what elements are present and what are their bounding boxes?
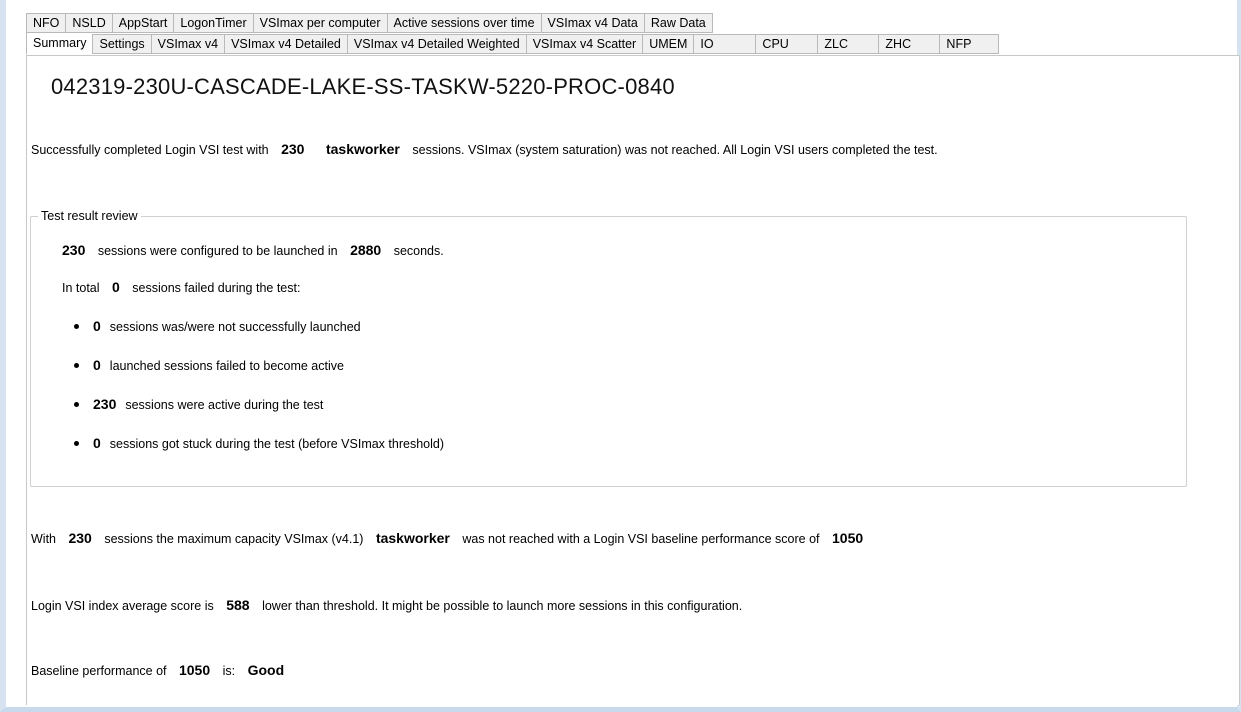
tab-vsimax-v4[interactable]: VSImax v4 bbox=[150, 34, 225, 54]
group-legend: Test result review bbox=[38, 209, 141, 223]
tab-io[interactable]: IO bbox=[693, 34, 756, 54]
tab-nfo[interactable]: NFO bbox=[26, 13, 66, 33]
configured-sessions: 230 bbox=[62, 242, 86, 258]
index-score: 588 bbox=[226, 597, 250, 613]
total-prefix: In total bbox=[62, 281, 100, 295]
capacity-middle: sessions the maximum capacity VSImax (v4… bbox=[104, 532, 364, 546]
tab-vsimax-v4-detailed[interactable]: VSImax v4 Detailed bbox=[224, 34, 347, 54]
seconds-text: seconds. bbox=[393, 244, 444, 258]
bullet-dot-icon bbox=[74, 402, 79, 408]
tab-nfp[interactable]: NFP bbox=[939, 34, 1000, 54]
bullet-text: sessions got stuck during the test (befo… bbox=[109, 437, 444, 451]
tab-vsimax-v4-data[interactable]: VSImax v4 Data bbox=[540, 13, 644, 33]
completion-line: Successfully completed Login VSI test wi… bbox=[31, 141, 938, 157]
tab-umem[interactable]: UMEM bbox=[642, 34, 694, 54]
bullet-text: sessions were active during the test bbox=[125, 398, 324, 412]
tab-nsld[interactable]: NSLD bbox=[65, 13, 112, 33]
index-suffix: lower than threshold. It might be possib… bbox=[262, 599, 743, 613]
tab-vsimax-v4-scatter[interactable]: VSImax v4 Scatter bbox=[525, 34, 643, 54]
configured-line: 230 sessions were configured to be launc… bbox=[62, 242, 444, 258]
capacity-baseline: 1050 bbox=[832, 530, 864, 546]
failed-text: sessions failed during the test: bbox=[132, 281, 301, 295]
index-prefix: Login VSI index average score is bbox=[31, 599, 214, 613]
bullet-dot-icon bbox=[74, 441, 79, 447]
tab-zhc[interactable]: ZHC bbox=[878, 34, 940, 54]
tab-vsimax-per-computer[interactable]: VSImax per computer bbox=[252, 13, 387, 33]
baseline-middle: is: bbox=[222, 664, 236, 678]
bullet-item: 0 launched sessions failed to become acti… bbox=[74, 357, 344, 373]
bullet-dot-icon bbox=[74, 324, 79, 330]
tab-cpu[interactable]: CPU bbox=[755, 34, 818, 54]
page-title: 042319-230U-CASCADE-LAKE-SS-TASKW-5220-P… bbox=[51, 74, 675, 99]
bullet-text: sessions was/were not successfully launc… bbox=[109, 320, 361, 334]
launch-seconds: 2880 bbox=[350, 242, 382, 258]
bullet-value: 0 bbox=[93, 318, 101, 334]
capacity-sessions: 230 bbox=[68, 530, 92, 546]
baseline-line: Baseline performance of 1050 is: Good bbox=[31, 662, 293, 678]
capacity-suffix: was not reached with a Login VSI baselin… bbox=[462, 532, 820, 546]
baseline-value: 1050 bbox=[178, 662, 211, 678]
failed-total-line: In total 0 sessions failed during the te… bbox=[62, 279, 300, 295]
bullet-value: 0 bbox=[93, 357, 101, 373]
bullet-dot-icon bbox=[74, 363, 79, 369]
capacity-line: With 230 sessions the maximum capacity V… bbox=[31, 530, 872, 546]
test-result-review-group: Test result review 230 sessions were con… bbox=[30, 209, 1187, 487]
tab-active-sessions-over-time[interactable]: Active sessions over time bbox=[386, 13, 541, 33]
tab-appstart[interactable]: AppStart bbox=[111, 13, 174, 33]
tab-row-2: Summary Settings VSImax v4 VSImax v4 Det… bbox=[26, 32, 1000, 55]
tab-settings[interactable]: Settings bbox=[92, 34, 151, 54]
configured-text: sessions were configured to be launched … bbox=[97, 244, 338, 258]
index-line: Login VSI index average score is 588 low… bbox=[31, 597, 742, 613]
capacity-prefix: With bbox=[31, 532, 56, 546]
application-window: NFO NSLD AppStart LogonTimer VSImax per … bbox=[0, 0, 1241, 712]
capacity-workload: taskworker bbox=[375, 530, 450, 546]
tab-row-1: NFO NSLD AppStart LogonTimer VSImax per … bbox=[26, 13, 713, 33]
tab-vsimax-v4-detailed-weighted[interactable]: VSImax v4 Detailed Weighted bbox=[346, 34, 526, 54]
tab-raw-data[interactable]: Raw Data bbox=[643, 13, 713, 33]
bullet-value: 230 bbox=[93, 396, 117, 412]
baseline-prefix: Baseline performance of bbox=[31, 664, 167, 678]
bullet-item: 230 sessions were active during the test bbox=[74, 396, 323, 412]
baseline-rating: Good bbox=[247, 662, 285, 678]
failed-total: 0 bbox=[112, 279, 120, 295]
bullet-item: 0 sessions was/were not successfully laun… bbox=[74, 318, 361, 334]
summary-tab-page: 042319-230U-CASCADE-LAKE-SS-TASKW-5220-P… bbox=[26, 55, 1240, 705]
bullet-text: launched sessions failed to become activ… bbox=[109, 359, 344, 373]
bullet-value: 0 bbox=[93, 435, 101, 451]
bullet-item: 0 sessions got stuck during the test (bef… bbox=[74, 435, 444, 451]
tab-zlc[interactable]: ZLC bbox=[817, 34, 879, 54]
tab-summary[interactable]: Summary bbox=[26, 32, 93, 55]
completion-workload: taskworker bbox=[325, 141, 400, 157]
completion-suffix: sessions. VSImax (system saturation) was… bbox=[412, 143, 938, 157]
completion-prefix: Successfully completed Login VSI test wi… bbox=[31, 143, 269, 157]
tab-logontimer[interactable]: LogonTimer bbox=[173, 13, 253, 33]
completion-sessions: 230 bbox=[281, 141, 305, 157]
